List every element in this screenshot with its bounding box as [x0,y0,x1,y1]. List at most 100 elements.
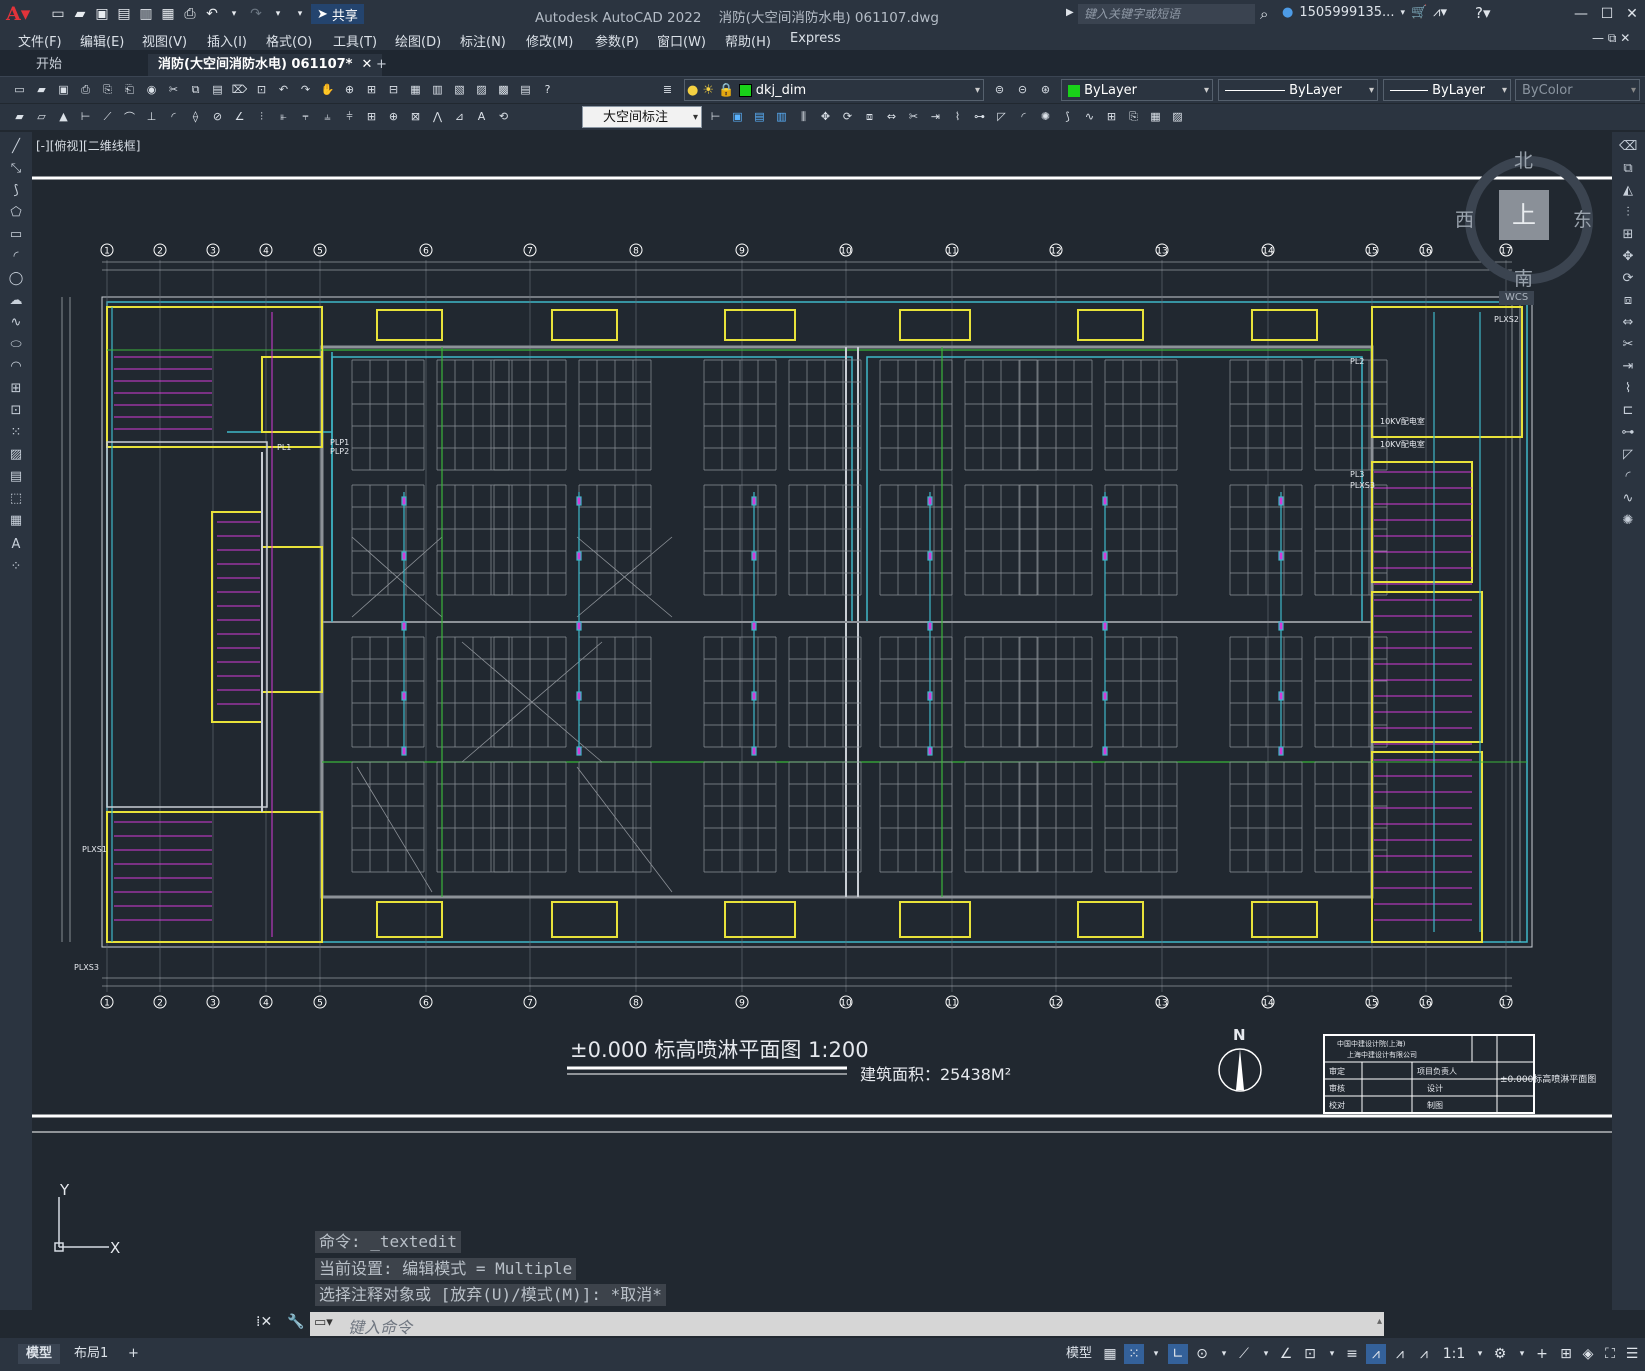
line-icon[interactable]: ╱ [7,138,25,156]
customization-icon[interactable]: ☰ [1622,1344,1642,1364]
tool-palettes-icon[interactable]: ▧ [450,80,469,99]
dim-space-icon[interactable]: ⫨ [318,107,337,126]
make-current-icon[interactable]: ⊜ [990,80,1009,99]
ellipse-icon[interactable]: ⬭ [7,336,25,354]
dim-update-icon[interactable]: ⟲ [494,107,513,126]
polar-dropdown-icon[interactable]: ▾ [1214,1344,1234,1364]
fillet-icon[interactable]: ◜ [1619,468,1637,486]
workspace-dropdown-icon[interactable]: ▾ [1512,1344,1532,1364]
rotate-icon[interactable]: ⟳ [838,107,857,126]
dim-edit-icon[interactable]: ⊿ [450,107,469,126]
cut-icon[interactable]: ✂ [164,80,183,99]
tab-layout1[interactable]: 布局1 [66,1344,116,1364]
menu-insert[interactable]: 插入(I) [207,31,247,50]
menu-file[interactable]: 文件(F) [18,31,62,50]
snap-dropdown-icon[interactable]: ▾ [1146,1344,1166,1364]
array-icon[interactable]: ⫼ [794,107,813,126]
revcloud-icon[interactable]: ☁ [7,292,25,310]
quick-dim-icon[interactable]: ⫶ [252,107,271,126]
search-icon[interactable]: ⌕ [1260,5,1268,23]
dim-linear-icon[interactable]: ⊢ [76,107,95,126]
hatch-icon[interactable]: ▨ [1168,107,1187,126]
erase-icon[interactable]: ⌫ [1619,138,1637,156]
polygon-icon[interactable]: ⬠ [7,204,25,222]
plotstyle-dropdown[interactable]: ByColor ▾ [1515,79,1640,101]
clean-screen-icon[interactable]: ⛶ [1600,1344,1620,1364]
plot-icon[interactable]: ⎙ [76,80,95,99]
layer-states-icon[interactable]: ⊛ [1036,80,1055,99]
dim-break-icon[interactable]: ⫩ [340,107,359,126]
lineweight-dropdown[interactable]: ByLayer ▾ [1383,79,1511,101]
close-icon[interactable]: ✕ [1619,3,1645,25]
zoom-realtime-icon[interactable]: ⊕ [340,80,359,99]
layer-previous-icon[interactable]: ⊝ [1013,80,1032,99]
scale-icon[interactable]: ⧈ [860,107,879,126]
trim-icon[interactable]: ✂ [1619,336,1637,354]
polar-tracking-icon[interactable]: ⊙ [1192,1344,1212,1364]
compass-north[interactable]: 北 [1514,146,1533,173]
join-icon[interactable]: ⊶ [970,107,989,126]
dim-aligned-icon[interactable]: ⟋ [98,107,117,126]
break-icon[interactable]: ⌇ [948,107,967,126]
circle-icon[interactable]: ◯ [7,270,25,288]
explode-icon[interactable]: ✺ [1619,512,1637,530]
add-layout-button[interactable]: + [120,1344,147,1364]
search-expand-icon[interactable]: ▶ [1066,7,1074,18]
dimstyle-dropdown[interactable]: 大空间标注 ▾ [582,106,702,128]
paste-icon[interactable]: ▤ [208,80,227,99]
viewcube-top-face[interactable]: 上 [1499,190,1549,240]
snap-mode-icon[interactable]: ⁙ [1124,1344,1144,1364]
cart-icon[interactable]: 🛒 [1411,5,1427,20]
markup-icon[interactable]: ▩ [494,80,513,99]
tool-b-icon[interactable]: ▱ [32,107,51,126]
sheet-set-icon[interactable]: ▨ [472,80,491,99]
offset-icon[interactable]: ⫶ [1619,204,1637,222]
attach-icon[interactable]: ⎘ [1124,107,1143,126]
command-history-toggle-icon[interactable]: ▴ [1377,1316,1382,1327]
save-icon[interactable]: ▣ [54,80,73,99]
object-snap-tracking-icon[interactable]: ∠ [1276,1344,1296,1364]
menu-dimension[interactable]: 标注(N) [460,31,506,50]
edit-polyline-icon[interactable]: ⟆ [1058,107,1077,126]
dim-radius-icon[interactable]: ◜ [164,107,183,126]
spline-icon[interactable]: ∿ [7,314,25,332]
dim-diameter-icon[interactable]: ⊘ [208,107,227,126]
menu-view[interactable]: 视图(V) [142,31,187,50]
publish-icon[interactable]: ⎗ [120,80,139,99]
menu-help[interactable]: 帮助(H) [725,31,771,50]
quickcalc-icon[interactable]: ▤ [516,80,535,99]
fillet-icon[interactable]: ◜ [1014,107,1033,126]
object-snap-icon[interactable]: ⊡ [1300,1344,1320,1364]
construction-line-icon[interactable]: ⤡ [7,160,25,178]
3dprint-icon[interactable]: ◉ [142,80,161,99]
drawing-canvas[interactable]: 1 1 2 2 3 3 4 4 5 5 6 6 7 7 8 8 9 9 10 10 11 11 12 12 13 13 14 14 15… [32,132,1612,1310]
rectangle-icon[interactable]: ▭ [7,226,25,244]
tab-drawing[interactable]: 消防(大空间消防水电) 061107* ✕ [148,54,383,76]
move-icon[interactable]: ✥ [816,107,835,126]
scale-dropdown-icon[interactable]: ▾ [1470,1344,1490,1364]
customize-qat-icon[interactable]: ▾ [290,4,310,24]
command-close-icon[interactable]: ⁞✕ [256,1314,272,1330]
hatch-icon[interactable]: ▨ [7,446,25,464]
table-icon[interactable]: ▦ [1146,107,1165,126]
inspect-icon[interactable]: ⊠ [406,107,425,126]
menu-express[interactable]: Express [790,31,841,46]
zoom-previous-icon[interactable]: ⊟ [384,80,403,99]
copy-icon[interactable]: ⧉ [186,80,205,99]
model-space-toggle[interactable]: 模型 [1058,1344,1100,1364]
edit-spline-icon[interactable]: ∿ [1080,107,1099,126]
blend-icon[interactable]: ∿ [1619,490,1637,508]
copy-obj-icon[interactable]: ▣ [728,107,747,126]
autocad-logo-icon[interactable]: A▾ [6,3,32,25]
gradient-icon[interactable]: ▤ [7,468,25,486]
insert-block-icon[interactable]: ⊞ [1102,107,1121,126]
break-icon[interactable]: ⊏ [1619,402,1637,420]
share-button[interactable]: ➤ 共享 [311,4,364,24]
search-input[interactable]: 键入关键字或短语 [1078,4,1255,24]
user-account[interactable]: ● 1505999135... ▾ 🛒 ⩘▾ [1282,5,1447,20]
isometric-dropdown-icon[interactable]: ▾ [1256,1344,1276,1364]
menu-tools[interactable]: 工具(T) [333,31,377,50]
design-center-icon[interactable]: ▥ [428,80,447,99]
insert-block-icon[interactable]: ⊞ [7,380,25,398]
new-tab-button[interactable]: + [366,54,397,76]
